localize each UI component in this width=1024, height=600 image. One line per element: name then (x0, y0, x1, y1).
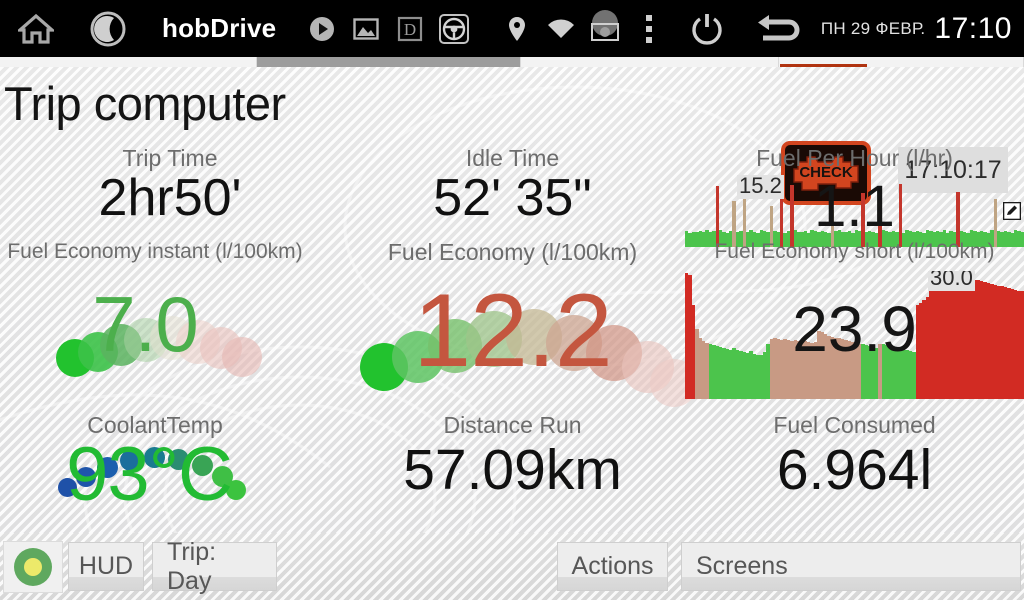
widget-idle-time[interactable]: Idle Time 52' 35" (340, 145, 685, 225)
fuel-per-hour-value: 1.1 (814, 175, 895, 239)
coolant-temp-gauge: 93°C (0, 432, 310, 524)
android-status-bar: hobDrive D ПН 29 ФЕВР. 17:10 (0, 0, 1024, 57)
back-icon[interactable] (743, 0, 815, 57)
trip-day-button[interactable]: Trip: Day (152, 538, 277, 595)
fuel-economy-label: Fuel Economy (l/100km) (387, 239, 638, 265)
trip-time-label: Trip Time (122, 145, 218, 171)
svg-text:D: D (404, 20, 416, 39)
moon-icon[interactable] (72, 0, 144, 57)
tab-strip[interactable] (0, 57, 1024, 67)
idle-time-value: 52' 35" (433, 169, 592, 227)
overflow-menu-icon[interactable] (627, 0, 671, 57)
widget-fuel-economy[interactable]: Fuel Economy (l/100km) 12.2 (340, 239, 698, 407)
widget-coolant-temp[interactable]: CoolantTemp 93°C (0, 412, 310, 524)
fuel-economy-short-label: Fuel Economy short (l/100km) (714, 240, 995, 263)
status-indicator-icon (14, 548, 52, 586)
status-bar-time: 17:10 (934, 11, 1012, 45)
steering-wheel-icon[interactable] (432, 0, 476, 57)
fuel-economy-short-scale-label: 30.0 (928, 271, 975, 291)
d-icon[interactable]: D (388, 0, 432, 57)
fuel-economy-short-value: 23.9 (792, 293, 917, 365)
trip-computer-screen: Trip computer CHECK 17:10:17 Trip Time 2… (0, 67, 1024, 533)
fuel-economy-instant-value: 7.0 (92, 280, 198, 368)
location-pin-icon[interactable] (495, 0, 539, 57)
fuel-per-hour-chart[interactable]: 15.2 1.1 (685, 175, 1024, 247)
fuel-per-hour-label: Fuel Per Hour (l/hr) (756, 145, 953, 171)
idle-time-label: Idle Time (465, 145, 560, 171)
fuel-consumed-label: Fuel Consumed (773, 412, 936, 438)
play-icon[interactable] (300, 0, 344, 57)
fuel-economy-value: 12.2 (413, 273, 612, 389)
bottom-toolbar: HUD Trip: Day Actions Screens (0, 533, 1024, 600)
distance-run-value: 57.09km (403, 438, 622, 502)
tab-segment-4[interactable] (779, 57, 1024, 67)
wifi-icon[interactable] (539, 0, 583, 57)
coolant-temp-value: 93°C (66, 432, 233, 517)
distance-run-label: Distance Run (443, 412, 582, 438)
home-icon[interactable] (0, 0, 72, 57)
image-icon[interactable] (344, 0, 388, 57)
widget-distance-run[interactable]: Distance Run 57.09km (340, 412, 685, 500)
widget-fuel-economy-short[interactable]: Fuel Economy short (l/100km) 30.0 23.9 (685, 239, 1024, 399)
actions-button-label: Actions (571, 552, 654, 580)
widget-trip-time[interactable]: Trip Time 2hr50' (0, 145, 340, 225)
screens-button[interactable]: Screens (681, 542, 1021, 591)
widget-fuel-per-hour[interactable]: Fuel Per Hour (l/hr) 15.2 1.1 (685, 145, 1024, 247)
fuel-consumed-value: 6.964l (776, 438, 933, 502)
hud-button-label: HUD (78, 552, 134, 580)
tab-segment-1[interactable] (0, 57, 257, 67)
screens-button-label: Screens (696, 552, 788, 580)
tab-segment-2[interactable] (257, 57, 521, 67)
hud-button[interactable]: HUD (68, 542, 144, 591)
trip-time-value: 2hr50' (98, 169, 242, 227)
page-title: Trip computer (4, 77, 286, 130)
status-bar-date: ПН 29 ФЕВР. (820, 18, 926, 38)
status-indicator-core (24, 558, 42, 576)
tab-segment-3[interactable] (521, 57, 779, 67)
fuel-economy-instant-gauge: 7.0 (0, 265, 310, 377)
power-icon[interactable] (671, 0, 743, 57)
status-indicator-button[interactable] (3, 541, 63, 593)
screenshot-icon[interactable] (583, 0, 627, 57)
fuel-economy-gauge: 12.2 (340, 265, 698, 407)
widget-fuel-consumed[interactable]: Fuel Consumed 6.964l (685, 412, 1024, 500)
trip-day-button-label: Trip: Day (167, 537, 217, 595)
widget-fuel-economy-instant[interactable]: Fuel Economy instant (l/100km) 7.0 (0, 239, 310, 377)
fuel-economy-instant-label: Fuel Economy instant (l/100km) (7, 240, 303, 263)
fuel-economy-short-chart[interactable]: 30.0 23.9 (685, 271, 1024, 399)
status-bar-left-icons: hobDrive D (0, 0, 476, 57)
app-title: hobDrive (162, 13, 277, 43)
actions-button[interactable]: Actions (557, 542, 668, 591)
status-bar-right-icons: ПН 29 ФЕВР. 17:10 (495, 0, 1024, 57)
